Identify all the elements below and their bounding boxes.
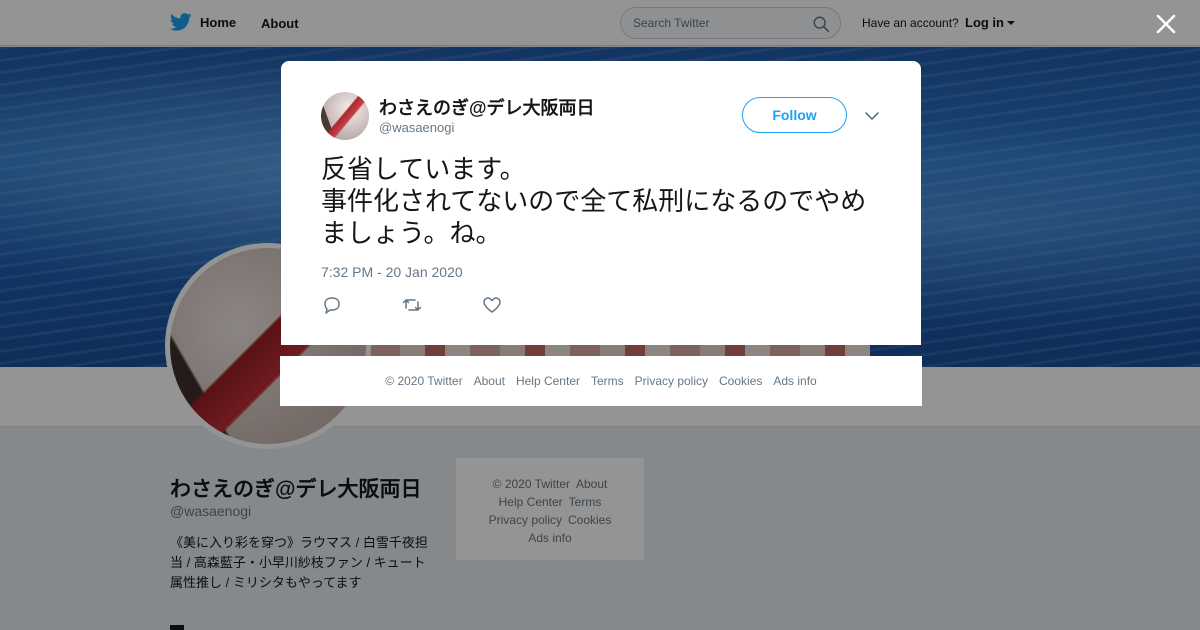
footer-privacy-link[interactable]: Privacy policy (635, 374, 708, 388)
like-icon[interactable] (481, 295, 503, 315)
chevron-down-icon[interactable] (863, 107, 881, 125)
retweet-icon[interactable] (401, 295, 423, 315)
follow-button[interactable]: Follow (742, 97, 847, 133)
footer-copyright: © 2020 Twitter (385, 374, 463, 388)
reply-icon[interactable] (321, 295, 343, 315)
tweet-text: 反省しています。 事件化されてないので全て私刑になるのでやめましょう。ね。 (321, 154, 867, 248)
footer-ads-link[interactable]: Ads info (773, 374, 816, 388)
footer-terms-link[interactable]: Terms (591, 374, 624, 388)
tweet-timestamp[interactable]: 7:32 PM - 20 Jan 2020 (321, 264, 463, 280)
tweet-author-handle[interactable]: @wasaenogi (379, 120, 454, 135)
tweet-modal: わさえのぎ@デレ大阪両日 @wasaenogi Follow 反省しています。 … (281, 61, 921, 345)
footer-about-link[interactable]: About (474, 374, 505, 388)
footer-help-link[interactable]: Help Center (516, 374, 580, 388)
tweet-author-avatar[interactable] (321, 92, 369, 140)
tweet-author-name[interactable]: わさえのぎ@デレ大阪両日 (379, 94, 595, 120)
close-icon[interactable] (1154, 12, 1178, 36)
footer-cookies-link[interactable]: Cookies (719, 374, 762, 388)
modal-footer: © 2020 Twitter About Help Center Terms P… (280, 356, 922, 406)
